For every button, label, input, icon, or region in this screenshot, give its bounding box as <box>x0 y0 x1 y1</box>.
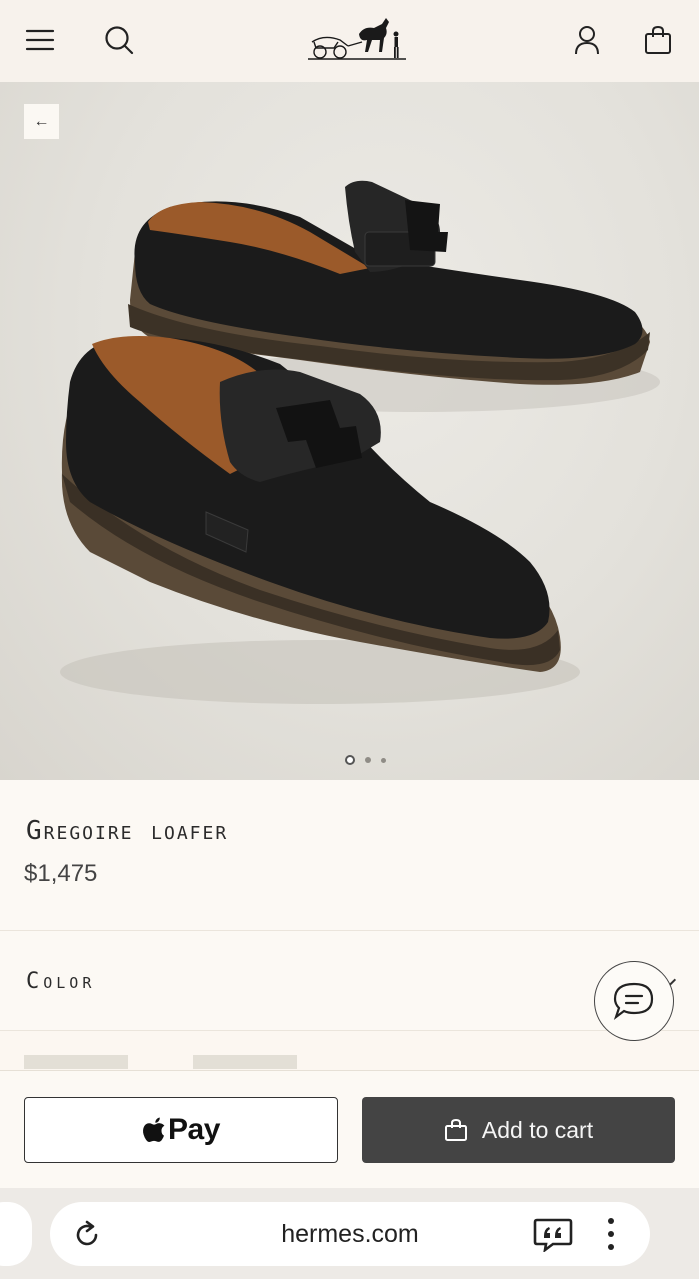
color-label: Color <box>26 969 96 994</box>
purchase-bar: Pay Add to cart <box>0 1070 699 1188</box>
carriage-logo-icon <box>308 18 406 60</box>
carousel-dot-2[interactable] <box>365 757 371 763</box>
add-to-cart-button[interactable]: Add to cart <box>362 1097 675 1163</box>
color-swatch-2[interactable] <box>193 1055 297 1069</box>
user-icon[interactable] <box>567 20 607 60</box>
chat-icon <box>613 982 654 1020</box>
product-image-gallery[interactable]: ← <box>0 82 699 780</box>
carousel-dot-1[interactable] <box>345 755 355 765</box>
search-icon[interactable] <box>99 20 139 60</box>
shopping-bag-icon[interactable] <box>638 20 678 60</box>
color-section-toggle[interactable]: Color <box>0 931 699 1031</box>
add-to-cart-label: Add to cart <box>481 1116 594 1143</box>
carousel-dot-3[interactable] <box>381 757 386 763</box>
address-bar[interactable]: hermes.com <box>50 1202 650 1266</box>
shopping-bag-icon <box>444 1118 467 1141</box>
site-header <box>0 0 699 82</box>
chat-button[interactable] <box>594 961 674 1041</box>
product-price: $1,475 <box>24 860 98 887</box>
product-title: Gregoire loafer <box>26 816 229 846</box>
hamburger-menu-icon[interactable] <box>20 20 60 60</box>
apple-logo-icon <box>143 1117 165 1142</box>
browser-toolbar: hermes.com <box>0 1188 699 1279</box>
hermes-logo[interactable] <box>304 12 410 68</box>
apple-pay-button[interactable]: Pay <box>24 1097 338 1163</box>
apple-pay-label: Pay <box>168 1113 220 1146</box>
color-swatch-1[interactable] <box>24 1055 128 1069</box>
product-info: Gregoire loafer $1,475 <box>0 780 699 930</box>
loafers-photo <box>60 180 660 704</box>
quote-icon[interactable] <box>533 1216 573 1252</box>
divider <box>0 1030 699 1031</box>
previous-tab[interactable] <box>0 1202 32 1266</box>
back-arrow-icon[interactable]: ← <box>24 104 59 139</box>
more-options-icon[interactable] <box>600 1216 622 1252</box>
carousel-indicators <box>345 755 386 765</box>
